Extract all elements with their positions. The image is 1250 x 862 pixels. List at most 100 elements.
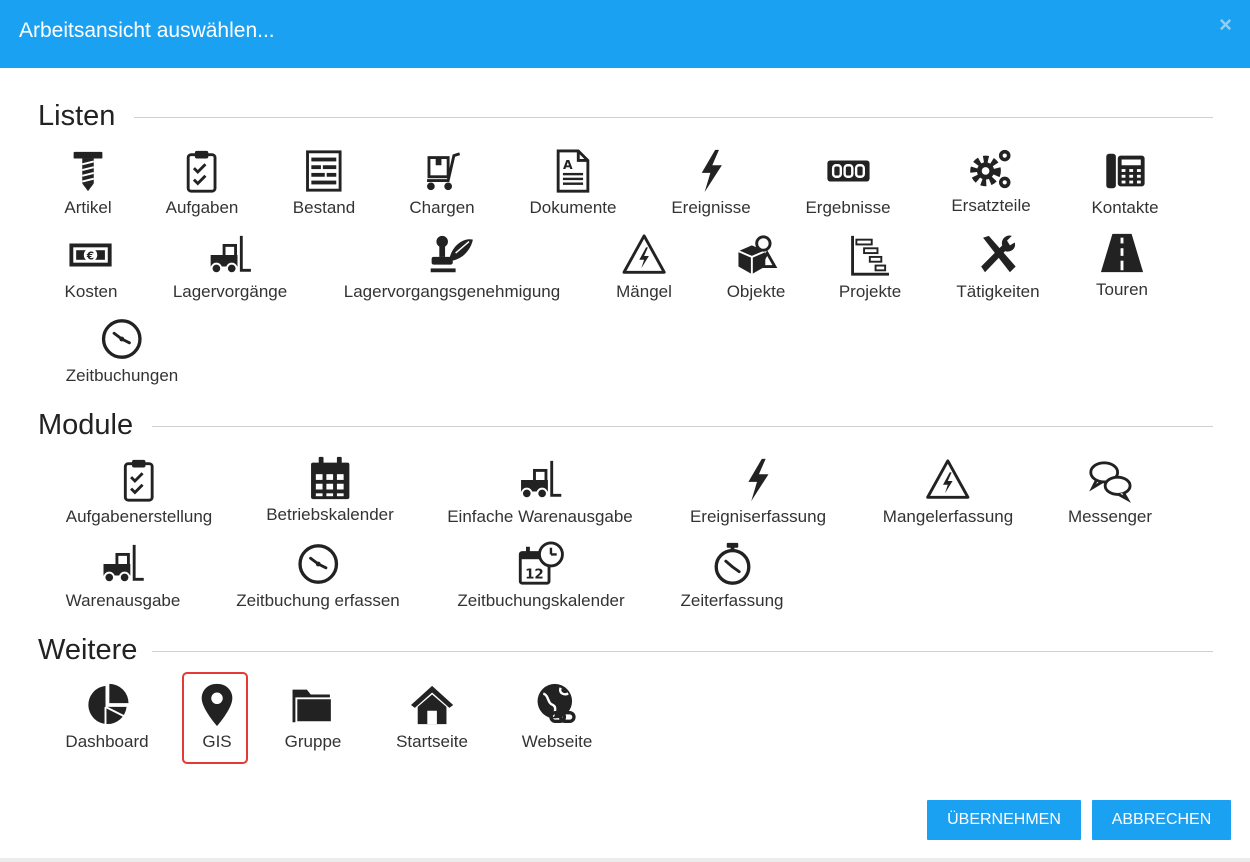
road-icon	[1097, 230, 1147, 276]
document-icon: A	[548, 148, 598, 194]
view-tile-module-6[interactable]: Messenger	[1068, 457, 1152, 527]
view-tile-label: Tätigkeiten	[956, 282, 1040, 301]
view-tile-label: Objekte	[726, 282, 786, 301]
view-tile-listen-9[interactable]: Kontakte	[1091, 148, 1159, 218]
view-tile-label: Warenausgabe	[65, 591, 181, 610]
globe-link-icon	[532, 682, 582, 728]
counter-icon	[823, 148, 873, 194]
view-tile-weitere-1[interactable]: Dashboard	[65, 682, 149, 752]
screw-icon	[63, 148, 113, 194]
view-tile-label: Mängel	[616, 282, 672, 301]
view-tile-label: Aufgaben	[165, 198, 239, 217]
view-tile-module-1[interactable]: Aufgabenerstellung	[65, 457, 213, 527]
view-tile-listen-4[interactable]: Chargen	[409, 148, 475, 218]
view-tile-label: Dokumente	[529, 198, 617, 217]
view-tile-label: Ereignisse	[671, 198, 751, 217]
view-tile-listen-17[interactable]: Touren	[1096, 230, 1148, 300]
view-tile-listen-16[interactable]: Tätigkeiten	[956, 232, 1040, 302]
view-tile-label: Projekte	[838, 282, 902, 301]
calendar-icon	[305, 455, 355, 501]
money-icon: €	[66, 232, 116, 278]
view-tile-listen-6[interactable]: Ereignisse	[671, 148, 751, 218]
phone-icon	[1100, 148, 1150, 194]
view-tile-label: Bestand	[292, 198, 356, 217]
view-tile-label: Zeitbuchungen	[65, 366, 179, 385]
view-tile-listen-13[interactable]: Mängel	[616, 232, 672, 302]
view-tile-label: Zeiterfassung	[680, 591, 784, 610]
view-tile-listen-18[interactable]: Zeitbuchungen	[66, 316, 178, 386]
view-tile-label: Gruppe	[284, 732, 342, 751]
svg-text:€: €	[86, 250, 94, 262]
stopwatch-icon	[707, 541, 757, 587]
clipboard-check-icon	[114, 457, 164, 503]
view-tile-label: Dashboard	[65, 732, 149, 751]
view-tile-weitere-2[interactable]: GIS	[192, 682, 242, 752]
lightning-icon	[733, 457, 783, 503]
warning-icon	[619, 232, 669, 278]
forklift-icon	[205, 232, 255, 278]
view-tile-listen-1[interactable]: Artikel	[63, 148, 113, 218]
view-tile-listen-5[interactable]: A Dokumente	[529, 148, 617, 218]
view-tile-module-9[interactable]: 12 Zeitbuchungskalender	[457, 541, 625, 611]
clipboard-check-icon	[177, 148, 227, 194]
view-tile-listen-10[interactable]: € Kosten	[64, 232, 118, 302]
view-tile-label: Startseite	[396, 732, 468, 751]
svg-text:A: A	[563, 157, 573, 172]
view-tile-module-5[interactable]: Mangelerfassung	[883, 457, 1013, 527]
view-tile-label: Zeitbuchung erfassen	[236, 591, 400, 610]
view-tile-module-2[interactable]: Betriebskalender	[266, 455, 394, 525]
lightning-icon	[686, 148, 736, 194]
tools-icon	[973, 232, 1023, 278]
section-title-module: Module	[38, 409, 134, 441]
warning-icon	[923, 457, 973, 503]
forklift-icon	[515, 457, 565, 503]
close-icon[interactable]: ×	[1219, 14, 1232, 36]
view-tile-module-10[interactable]: Zeiterfassung	[681, 541, 784, 611]
view-tile-label: Artikel	[64, 198, 112, 217]
svg-text:12: 12	[525, 567, 544, 582]
view-tile-listen-2[interactable]: Aufgaben	[165, 148, 239, 218]
view-tile-listen-11[interactable]: Lagervorgänge	[173, 232, 287, 302]
view-tile-label: Touren	[1096, 280, 1148, 299]
map-pin-icon	[192, 682, 242, 728]
forklift-icon	[98, 541, 148, 587]
view-tile-listen-3[interactable]: Bestand	[293, 148, 355, 218]
view-tile-label: Kosten	[64, 282, 118, 301]
view-tile-label: Mangelerfassung	[882, 507, 1014, 526]
view-tile-label: Webseite	[521, 732, 593, 751]
view-tile-listen-12[interactable]: Lagervorgangsgenehmigung	[344, 232, 560, 302]
chat-icon	[1085, 457, 1135, 503]
view-tile-label: Kontakte	[1091, 198, 1159, 217]
view-tile-label: Zeitbuchungskalender	[457, 591, 625, 610]
pie-chart-icon	[82, 682, 132, 728]
view-tile-label: GIS	[202, 732, 232, 751]
bottom-edge	[0, 858, 1250, 862]
stamp-icon	[427, 232, 477, 278]
section-title-listen: Listen	[38, 100, 116, 132]
apply-button[interactable]: ÜBERNEHMEN	[927, 800, 1081, 840]
clock-icon	[97, 316, 147, 362]
view-tile-module-7[interactable]: Warenausgabe	[65, 541, 181, 611]
shelf-icon	[299, 148, 349, 194]
section-divider	[152, 651, 1213, 652]
view-tile-weitere-4[interactable]: Startseite	[396, 682, 468, 752]
view-tile-listen-7[interactable]: Ergebnisse	[805, 148, 891, 218]
view-tile-label: Chargen	[409, 198, 475, 217]
clock-icon	[293, 541, 343, 587]
view-tile-label: Ersatzteile	[951, 196, 1031, 215]
view-tile-weitere-5[interactable]: Webseite	[521, 682, 593, 752]
view-tile-label: Aufgabenerstellung	[65, 507, 213, 526]
view-tile-module-3[interactable]: Einfache Warenausgabe	[447, 457, 633, 527]
view-tile-module-8[interactable]: Zeitbuchung erfassen	[236, 541, 400, 611]
view-tile-label: Lagervorgangsgenehmigung	[343, 282, 561, 301]
view-tile-weitere-3[interactable]: Gruppe	[284, 682, 342, 752]
view-tile-listen-8[interactable]: Ersatzteile	[951, 146, 1031, 216]
dialog-header: Arbeitsansicht auswählen... ×	[0, 0, 1250, 68]
view-tile-module-4[interactable]: Ereigniserfassung	[690, 457, 826, 527]
cancel-button[interactable]: ABBRECHEN	[1092, 800, 1231, 840]
view-tile-label: Einfache Warenausgabe	[447, 507, 633, 526]
view-tile-label: Ereigniserfassung	[689, 507, 827, 526]
view-tile-listen-14[interactable]: Objekte	[726, 232, 786, 302]
section-divider	[134, 117, 1213, 118]
view-tile-listen-15[interactable]: Projekte	[839, 232, 901, 302]
